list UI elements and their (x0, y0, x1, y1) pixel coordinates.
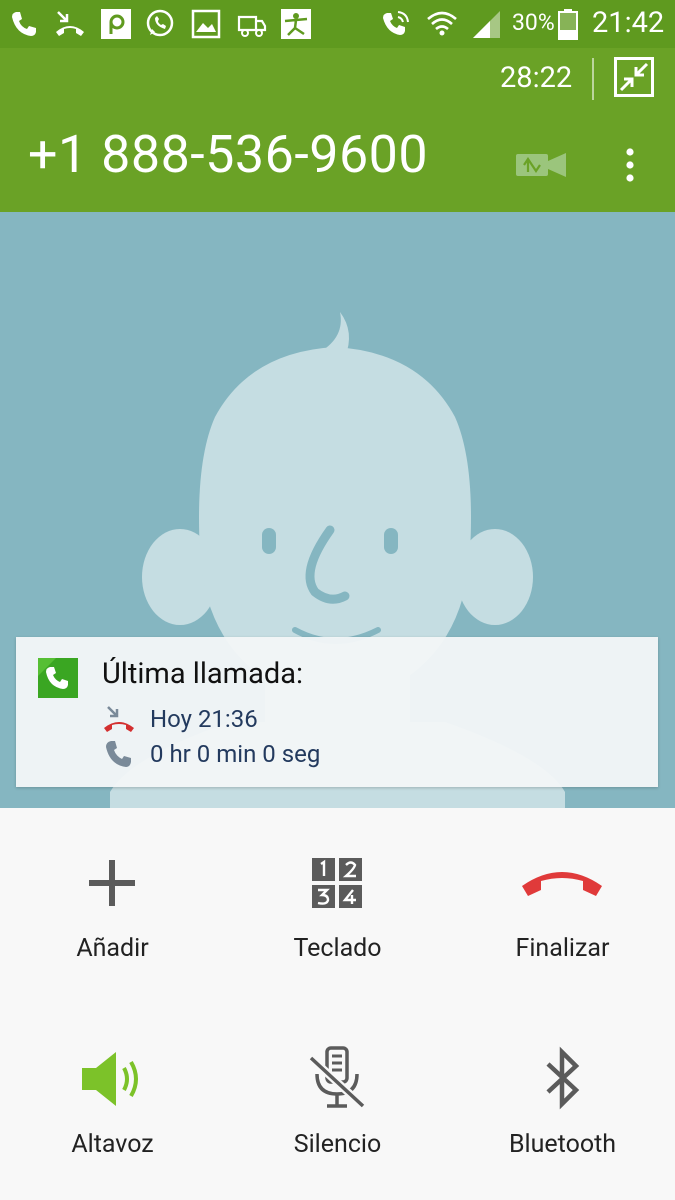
status-clock: 21:42 (592, 6, 665, 40)
speaker-button[interactable]: Altavoz (0, 1004, 225, 1200)
missed-call-icon (56, 11, 84, 36)
call-duration-icon (106, 741, 131, 767)
p-app-icon (101, 9, 131, 39)
mute-button[interactable]: Silencio (225, 1004, 450, 1200)
end-call-icon (522, 872, 602, 896)
plus-icon (89, 860, 135, 906)
whatsapp-icon (146, 9, 174, 37)
more-options-icon[interactable] (618, 146, 642, 184)
speaker-icon (82, 1052, 138, 1106)
mute-mic-icon (308, 1046, 366, 1109)
wifi-icon (427, 11, 457, 36)
bluetooth-icon (546, 1046, 580, 1110)
truck-icon (237, 15, 267, 37)
gallery-icon (191, 9, 221, 39)
call-header: 28:22 +1 888-536-9600 (0, 48, 675, 212)
minimize-call-button[interactable] (614, 57, 654, 97)
speaker-label: Altavoz (71, 1130, 154, 1159)
phone-icon (12, 12, 36, 36)
keypad-icon (312, 858, 362, 908)
keypad-label: Teclado (293, 934, 382, 963)
call-actions: Añadir Teclado Finalizar Altavoz Silenci… (0, 808, 675, 1200)
call-timer: 28:22 (500, 61, 573, 95)
end-call-label: Finalizar (515, 934, 610, 963)
last-call-card: Última llamada: Hoy 21:36 0 hr 0 min 0 s… (16, 637, 658, 787)
bluetooth-button[interactable]: Bluetooth (450, 1004, 675, 1200)
rejected-call-icon (104, 706, 134, 732)
last-call-time: Hoy 21:36 (150, 705, 258, 733)
phone-app-icon (38, 658, 78, 698)
battery-percent: 30% (512, 9, 555, 36)
fitness-app-icon (281, 9, 311, 39)
bluetooth-label: Bluetooth (508, 1130, 617, 1159)
video-call-icon[interactable] (512, 150, 570, 180)
wifi-calling-icon (383, 11, 409, 35)
phone-number: +1 888-536-9600 (28, 124, 429, 185)
signal-icon (473, 11, 500, 38)
keypad-button[interactable]: Teclado (225, 808, 450, 1004)
minimize-icon (619, 62, 649, 92)
battery-icon (558, 9, 578, 40)
status-bar: 30% 21:42 (0, 0, 675, 48)
last-call-title: Última llamada: (102, 657, 304, 691)
divider (592, 58, 594, 100)
end-call-button[interactable]: Finalizar (450, 808, 675, 1004)
add-call-label: Añadir (76, 934, 149, 963)
mute-label: Silencio (293, 1130, 382, 1159)
add-call-button[interactable]: Añadir (0, 808, 225, 1004)
last-call-duration: 0 hr 0 min 0 seg (150, 740, 321, 768)
